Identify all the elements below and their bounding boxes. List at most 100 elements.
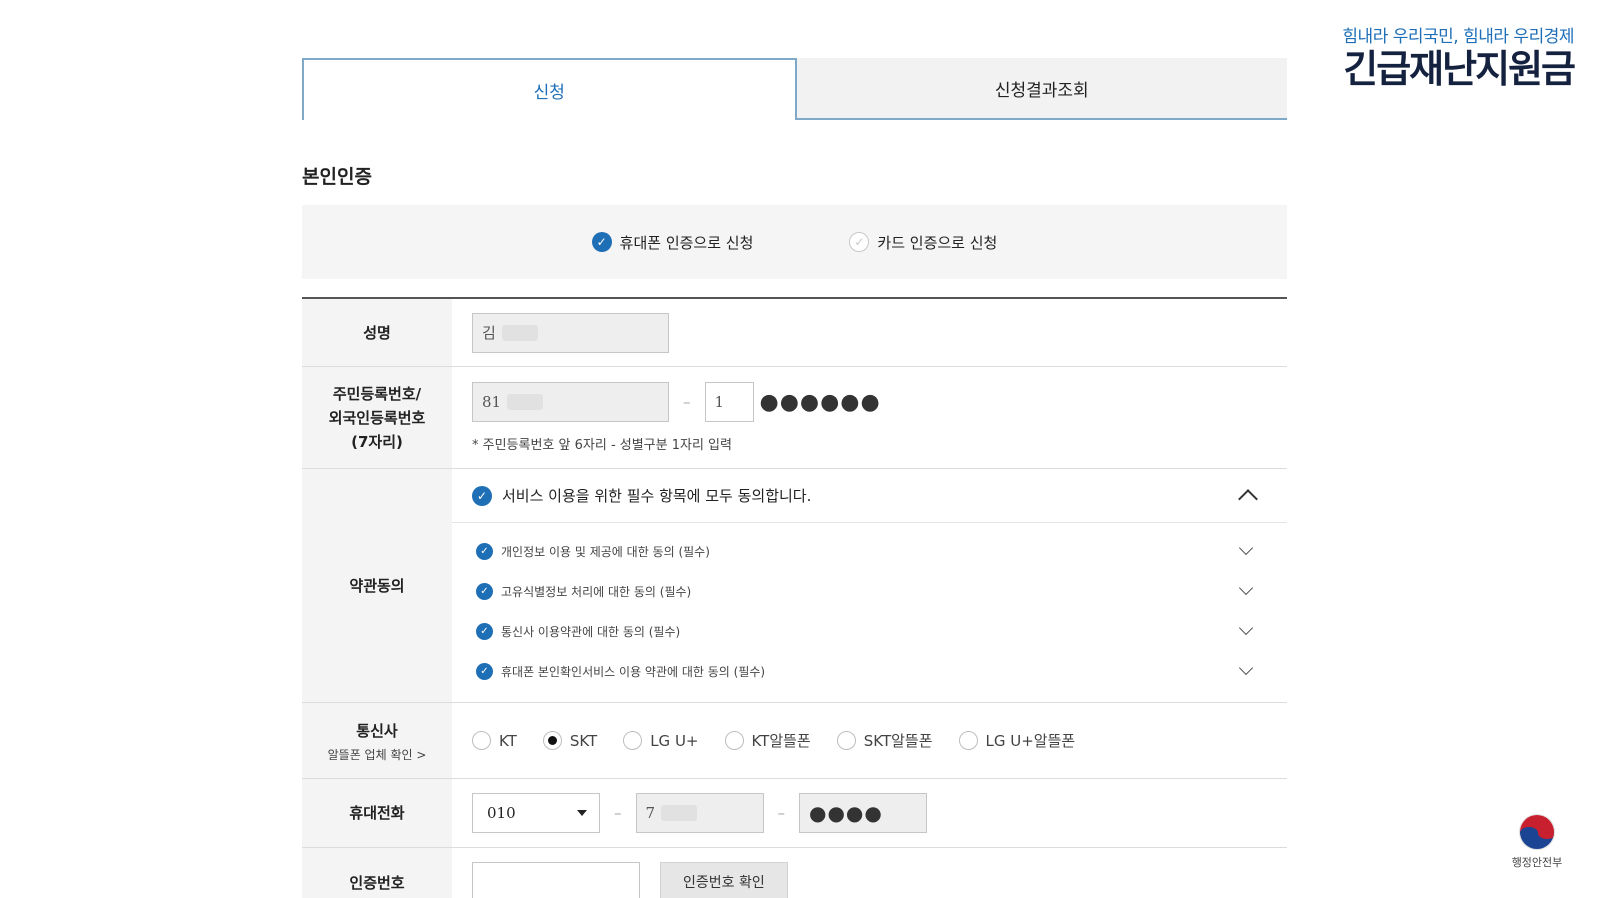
section-title: 본인인증 <box>302 166 372 188</box>
brand-title: 긴급재난지원금 <box>1343 47 1576 91</box>
radio-selected-icon <box>542 731 562 750</box>
resident-back-input[interactable]: 1 <box>704 382 754 422</box>
agree-list: ✓ 개인정보 이용 및 제공에 대한 동의 (필수) ✓ 고유식별정보 처리에 … <box>452 523 1287 699</box>
chevron-down-icon[interactable] <box>1238 620 1254 636</box>
agree-item-label: 고유식별정보 처리에 대한 동의 (필수) <box>501 584 692 599</box>
carrier-option-label: LG U+ <box>650 731 699 750</box>
agree-item-privacy[interactable]: ✓ 개인정보 이용 및 제공에 대한 동의 (필수) <box>476 531 1267 571</box>
phone-prefix-value: 010 <box>487 804 516 822</box>
agree-item-label: 휴대폰 본인확인서비스 이용 약관에 대한 동의 (필수) <box>501 664 766 679</box>
resident-label-line-3: (7자리) <box>351 432 403 451</box>
blurred-text <box>501 324 538 341</box>
carrier-radio-lgu-mvno[interactable]: LG U+알뜰폰 <box>958 730 1076 751</box>
phone-label-text: 휴대전화 <box>349 804 405 822</box>
name-label-text: 성명 <box>363 323 391 342</box>
carrier-radio-lgu[interactable]: LG U+ <box>623 731 699 750</box>
terms-label: 약관동의 <box>302 469 452 702</box>
resident-label-line-1: 주민등록번호/ <box>332 384 422 403</box>
verify-code-input[interactable] <box>472 862 640 898</box>
ministry-name: 행정안전부 <box>1511 856 1563 869</box>
carrier-radio-kt[interactable]: KT <box>472 731 517 750</box>
verify-code-label-text: 인증번호 <box>349 874 405 892</box>
agree-all-label: 서비스 이용을 위한 필수 항목에 모두 동의합니다. <box>502 487 812 505</box>
radio-icon <box>724 731 744 750</box>
agree-all[interactable]: ✓ 서비스 이용을 위한 필수 항목에 모두 동의합니다. <box>452 469 1287 523</box>
auth-option-phone-label: 휴대폰 인증으로 신청 <box>619 233 754 252</box>
carrier-option-label: SKT <box>569 731 598 750</box>
checked-circle-icon: ✓ <box>476 582 493 600</box>
chevron-down-icon[interactable] <box>1238 580 1254 596</box>
row-terms: 약관동의 ✓ 서비스 이용을 위한 필수 항목에 모두 동의합니다. ✓ 개인정… <box>302 469 1287 703</box>
ministry-logo: 행정안전부 <box>1502 814 1572 870</box>
terms-label-text: 약관동의 <box>349 576 405 595</box>
chevron-up-icon[interactable] <box>1238 488 1258 509</box>
phone-label: 휴대전화 <box>302 779 452 847</box>
row-resident-number: 주민등록번호/ 외국인등록번호 (7자리) 81 – 1 ●●●●●● * 주민… <box>302 367 1287 469</box>
phone-last-masked: ●●●● <box>809 801 883 825</box>
main-container: 신청 신청결과조회 본인인증 ✓ 휴대폰 인증으로 신청 ✓ 카드 인증으로 신… <box>302 58 1287 898</box>
chevron-down-icon[interactable] <box>1238 540 1254 556</box>
checked-circle-icon: ✓ <box>476 622 493 640</box>
verify-code-button[interactable]: 인증번호 확인 <box>660 862 788 898</box>
agree-item-label: 통신사 이용약관에 대한 동의 (필수) <box>501 624 681 639</box>
phone-middle-input[interactable]: 7 <box>635 793 764 833</box>
checked-circle-icon: ✓ <box>472 485 492 506</box>
carrier-radio-kt-mvno[interactable]: KT알뜰폰 <box>724 730 811 751</box>
resident-back-value: 1 <box>714 393 725 411</box>
tab-bar: 신청 신청결과조회 <box>302 58 1287 120</box>
row-carrier: 통신사 알뜰폰 업체 확인 > KT SKT LG U+ KT알뜰폰 SKT알뜰… <box>302 703 1287 779</box>
dash-separator: – <box>777 804 786 822</box>
carrier-label: 통신사 알뜰폰 업체 확인 > <box>302 703 452 778</box>
resident-front-value: 81 <box>482 393 502 411</box>
auth-option-phone[interactable]: ✓ 휴대폰 인증으로 신청 <box>591 232 754 253</box>
row-name: 성명 김 <box>302 299 1287 367</box>
brand-slogan: 힘내라 우리국민, 힘내라 우리경제 <box>1342 27 1574 47</box>
caret-down-icon <box>577 810 587 816</box>
phone-middle-value: 7 <box>645 804 656 822</box>
tab-result-lookup[interactable]: 신청결과조회 <box>796 58 1287 120</box>
phone-last-input[interactable]: ●●●● <box>799 793 927 833</box>
masked-digits: ●●●●●● <box>759 389 881 415</box>
taeguk-icon <box>1519 814 1555 850</box>
row-phone: 휴대전화 010 – 7 – ●●●● <box>302 779 1287 848</box>
resident-hint: * 주민등록번호 앞 6자리 - 성별구분 1자리 입력 <box>472 438 732 453</box>
agree-item-carrier-terms[interactable]: ✓ 통신사 이용약관에 대한 동의 (필수) <box>476 611 1267 651</box>
agree-item-label: 개인정보 이용 및 제공에 대한 동의 (필수) <box>501 544 710 559</box>
brand-header: 힘내라 우리국민, 힘내라 우리경제 긴급재난지원금 <box>1342 22 1576 91</box>
resident-label-line-2: 외국인등록번호 <box>328 408 426 427</box>
carrier-radio-skt-mvno[interactable]: SKT알뜰폰 <box>836 730 933 751</box>
name-input[interactable]: 김 <box>472 312 669 353</box>
radio-icon <box>623 731 643 750</box>
phone-prefix-select[interactable]: 010 <box>472 793 600 833</box>
name-label: 성명 <box>302 299 452 366</box>
radio-icon <box>472 731 491 750</box>
resident-front-input[interactable]: 81 <box>472 382 669 422</box>
tab-apply[interactable]: 신청 <box>302 58 797 120</box>
name-input-value: 김 <box>482 324 496 342</box>
carrier-radio-group: KT SKT LG U+ KT알뜰폰 SKT알뜰폰 LG U+알뜰폰 <box>472 730 1267 751</box>
mvno-check-link[interactable]: 알뜰폰 업체 확인 > <box>328 747 427 763</box>
checked-circle-icon: ✓ <box>476 662 493 680</box>
carrier-option-label: KT <box>499 731 517 750</box>
agree-item-phone-verify-terms[interactable]: ✓ 휴대폰 본인확인서비스 이용 약관에 대한 동의 (필수) <box>476 651 1267 691</box>
unchecked-circle-icon: ✓ <box>849 232 870 252</box>
verify-code-label: 인증번호 <box>302 848 452 898</box>
identity-form: 성명 김 주민등록번호/ 외국인등록번호 (7자리) 81 – 1 ●●●●●●… <box>302 297 1287 898</box>
resident-number-label: 주민등록번호/ 외국인등록번호 (7자리) <box>302 367 452 468</box>
carrier-option-label: SKT알뜰폰 <box>863 732 933 750</box>
carrier-label-text: 통신사 <box>356 721 398 740</box>
carrier-option-label: LG U+알뜰폰 <box>985 732 1076 750</box>
chevron-down-icon[interactable] <box>1238 660 1254 676</box>
blurred-text <box>507 394 544 410</box>
auth-method-box: ✓ 휴대폰 인증으로 신청 ✓ 카드 인증으로 신청 <box>302 205 1287 279</box>
terms-body: ✓ 서비스 이용을 위한 필수 항목에 모두 동의합니다. ✓ 개인정보 이용 … <box>452 469 1287 702</box>
auth-option-card[interactable]: ✓ 카드 인증으로 신청 <box>849 232 997 253</box>
agree-item-unique-id[interactable]: ✓ 고유식별정보 처리에 대한 동의 (필수) <box>476 571 1267 611</box>
dash-separator: – <box>683 393 691 411</box>
blurred-text <box>661 805 698 821</box>
auth-option-card-label: 카드 인증으로 신청 <box>877 233 998 252</box>
checked-circle-icon: ✓ <box>476 542 493 560</box>
radio-icon <box>958 731 978 750</box>
carrier-radio-skt[interactable]: SKT <box>542 731 598 750</box>
carrier-option-label: KT알뜰폰 <box>751 732 811 750</box>
